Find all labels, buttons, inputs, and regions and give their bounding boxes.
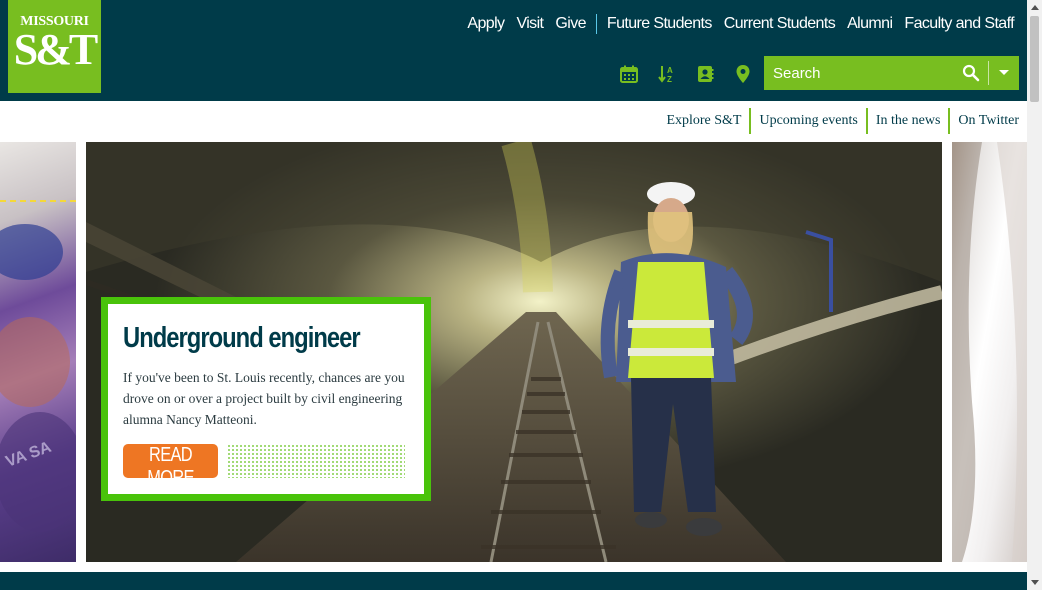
site-header: MISSOURI S&T Apply Visit Give Future Stu…: [0, 0, 1027, 101]
nav-current-students[interactable]: Current Students: [724, 15, 836, 32]
nav-give[interactable]: Give: [555, 15, 586, 32]
svg-text:A: A: [667, 66, 673, 75]
secondary-navigation: Explore S&T Upcoming events In the news …: [658, 108, 1019, 134]
missouri-st-logo[interactable]: MISSOURI S&T: [8, 0, 101, 93]
map-pin-icon: [736, 65, 750, 83]
next-slide-preview[interactable]: [952, 142, 1027, 562]
nav-future-students[interactable]: Future Students: [607, 15, 712, 32]
page-scrollbar[interactable]: [1027, 0, 1042, 590]
calendar-button[interactable]: [610, 60, 648, 88]
previous-slide-photo: VA SA: [0, 224, 76, 532]
a-z-sort-icon: A Z: [658, 66, 673, 84]
subnav-in-the-news[interactable]: In the news: [868, 113, 949, 129]
search-scope-dropdown[interactable]: [989, 56, 1019, 90]
calendar-icon: [620, 65, 638, 83]
read-more-label: READ MORE: [147, 444, 194, 489]
hero-carousel: VA SA Underground engineer If you've bee…: [0, 142, 1027, 562]
subnav-upcoming-events[interactable]: Upcoming events: [751, 113, 865, 129]
map-button[interactable]: [724, 60, 762, 88]
nav-apply[interactable]: Apply: [467, 15, 505, 32]
nav-divider: [595, 14, 597, 34]
search-icon: [962, 64, 980, 82]
subnav-explore[interactable]: Explore S&T: [658, 113, 749, 129]
read-more-button[interactable]: READ MORE: [123, 444, 218, 489]
scroll-down-arrow-icon: [1030, 580, 1039, 585]
search-box: [764, 56, 1019, 90]
scroll-up-button[interactable]: [1027, 0, 1042, 15]
slide-title: Underground engineer: [123, 322, 361, 354]
scroll-up-arrow-icon: [1030, 5, 1039, 10]
page: { "logo": { "line1": "MISSOURI", "mark":…: [0, 0, 1042, 590]
slide-story-card: Underground engineer If you've been to S…: [101, 297, 431, 501]
search-submit-button[interactable]: [954, 56, 988, 90]
a-z-index-button[interactable]: A Z: [648, 60, 686, 88]
directory-button[interactable]: [686, 60, 724, 88]
nav-visit[interactable]: Visit: [516, 15, 544, 32]
subnav-on-twitter[interactable]: On Twitter: [950, 113, 1019, 129]
decorative-dashed-line: [0, 200, 76, 202]
logo-wordmark-mark: S&T: [13, 25, 98, 74]
directory-icon: [698, 66, 714, 82]
previous-slide-preview[interactable]: VA SA: [0, 142, 76, 562]
chevron-down-icon: [999, 70, 1009, 75]
quick-tools: A Z: [610, 60, 762, 88]
scroll-down-button[interactable]: [1027, 575, 1042, 590]
next-slide-photo: [952, 142, 1027, 562]
scrollbar-thumb[interactable]: [1030, 16, 1039, 102]
svg-text:Z: Z: [667, 75, 672, 84]
current-slide: Underground engineer If you've been to S…: [86, 142, 942, 562]
decorative-dot-pattern: [227, 444, 405, 478]
nav-faculty-and-staff[interactable]: Faculty and Staff: [904, 15, 1014, 32]
footer-band: [0, 572, 1027, 590]
top-navigation: Apply Visit Give Future Students Current…: [467, 12, 1015, 36]
nav-alumni[interactable]: Alumni: [847, 15, 893, 32]
search-input[interactable]: [764, 56, 954, 90]
slide-summary: If you've been to St. Louis recently, ch…: [123, 370, 405, 427]
card-footer: READ MORE: [123, 444, 405, 489]
